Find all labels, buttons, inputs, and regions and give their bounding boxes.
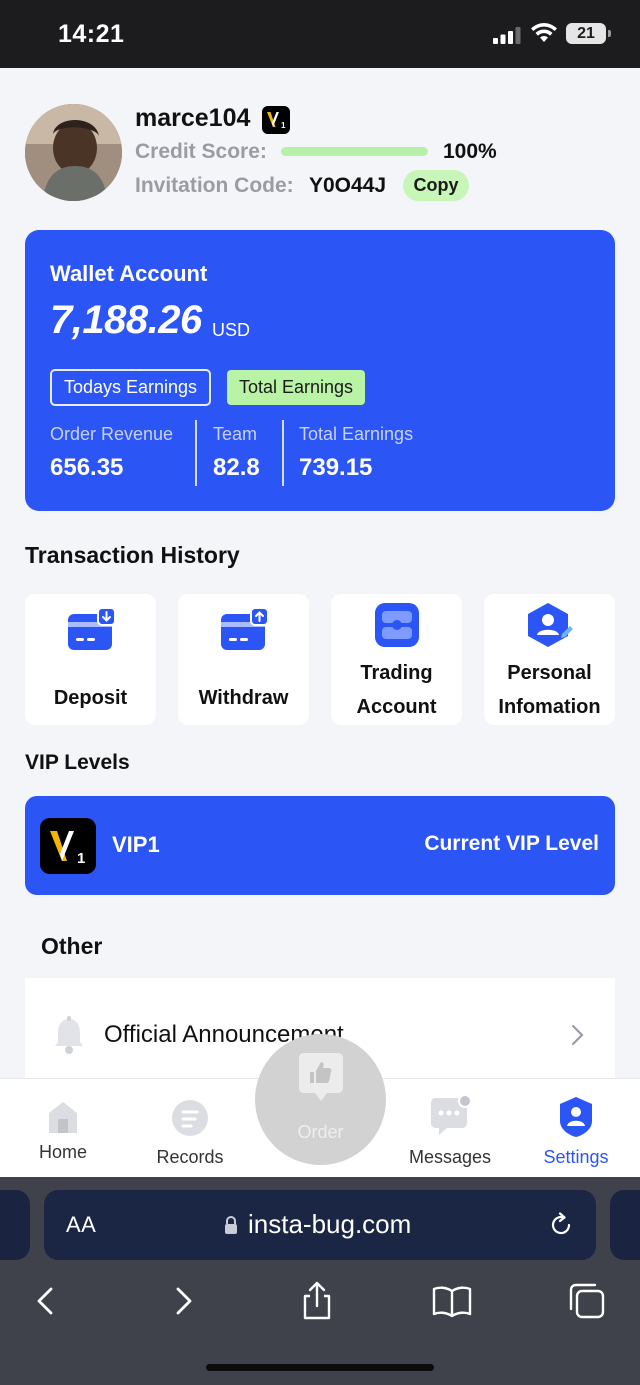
- nav-records-label: Records: [156, 1147, 224, 1167]
- withdraw-tile[interactable]: Withdraw: [178, 594, 309, 725]
- credit-score-fill: [281, 147, 428, 156]
- nav-home-label: Home: [38, 1142, 87, 1162]
- battery-indicator: 21: [566, 23, 611, 44]
- username: marce104: [135, 104, 251, 132]
- team-value: 82.8: [213, 454, 260, 481]
- avatar[interactable]: [25, 104, 122, 201]
- invitation-code-label: Invitation Code:: [135, 174, 294, 197]
- withdraw-label: Withdraw: [198, 687, 289, 709]
- personal-info-icon: [527, 603, 573, 647]
- nav-settings-label: Settings: [543, 1147, 609, 1167]
- credit-score-value: 100%: [443, 140, 497, 163]
- status-time: 14:21: [58, 20, 125, 48]
- forward-icon[interactable]: [163, 1281, 203, 1321]
- status-bar: 14:21 21: [0, 0, 640, 68]
- bookmarks-icon[interactable]: [432, 1281, 472, 1321]
- nav-home[interactable]: Home: [20, 1079, 106, 1178]
- team-label: Team: [213, 424, 258, 444]
- deposit-card-icon: [67, 608, 115, 650]
- vip-levels-title: VIP Levels: [25, 751, 130, 774]
- svg-text:1: 1: [77, 850, 85, 867]
- order-icon: [299, 1053, 343, 1101]
- deposit-tile[interactable]: Deposit: [25, 594, 156, 725]
- order-revenue-label: Order Revenue: [50, 424, 174, 444]
- chevron-right-icon: [571, 1024, 584, 1046]
- withdraw-card-icon: [220, 608, 268, 650]
- nav-order[interactable]: Order: [255, 1034, 386, 1165]
- stat-divider: [282, 420, 284, 486]
- svg-text:1: 1: [281, 121, 286, 130]
- account-label: Account: [356, 696, 437, 718]
- total-earnings-value: 739.15: [299, 454, 373, 481]
- personal-information-tile[interactable]: Personal Infomation: [484, 594, 615, 725]
- credit-score-bar: [281, 147, 428, 156]
- stat-divider: [195, 420, 197, 486]
- deposit-label: Deposit: [53, 687, 128, 709]
- tab-total-earnings[interactable]: Total Earnings: [227, 370, 365, 405]
- total-earnings-label: Total Earnings: [299, 424, 414, 444]
- wifi-icon: [531, 23, 557, 42]
- nav-messages[interactable]: Messages: [402, 1079, 498, 1178]
- wallet-balance: 7,188.26: [50, 298, 202, 342]
- other-title: Other: [41, 933, 103, 959]
- next-tab-peek[interactable]: [610, 1190, 640, 1260]
- text-size-button[interactable]: AA: [66, 1212, 96, 1238]
- home-indicator: [206, 1364, 434, 1371]
- transaction-history-title: Transaction History: [25, 542, 240, 568]
- invitation-code: Y0O44J: [309, 174, 387, 197]
- vip-level-banner[interactable]: 1 VIP1 Current VIP Level: [25, 796, 615, 895]
- credit-score-label: Credit Score:: [135, 140, 267, 163]
- records-icon: [172, 1100, 208, 1136]
- order-revenue-value: 656.35: [50, 454, 124, 481]
- home-icon: [49, 1102, 77, 1133]
- vip-badge-icon: 1: [262, 106, 290, 134]
- lock-icon: [225, 1215, 237, 1234]
- messages-icon: [431, 1094, 472, 1135]
- copy-button[interactable]: Copy: [403, 170, 469, 201]
- share-icon[interactable]: [297, 1281, 337, 1321]
- back-icon[interactable]: [26, 1281, 66, 1321]
- information-label: Infomation: [498, 696, 601, 718]
- reload-icon[interactable]: [548, 1212, 574, 1238]
- nav-order-label: Order: [297, 1122, 344, 1142]
- vip-level-name: VIP1: [112, 832, 160, 857]
- address-bar[interactable]: AA insta-bug.com: [44, 1190, 596, 1260]
- tabs-icon[interactable]: [567, 1281, 607, 1321]
- trading-account-tile[interactable]: Trading Account: [331, 594, 462, 725]
- personal-label: Personal: [507, 662, 592, 684]
- wallet-title: Wallet Account: [50, 261, 208, 286]
- bell-icon: [55, 1016, 83, 1054]
- settings-shield-icon: [560, 1097, 592, 1137]
- nav-settings[interactable]: Settings: [533, 1079, 619, 1178]
- trading-account-icon: [374, 603, 419, 647]
- previous-tab-peek[interactable]: [0, 1190, 30, 1260]
- browser-toolbar: AA insta-bug.com: [0, 1177, 640, 1385]
- nav-records[interactable]: Records: [145, 1079, 235, 1178]
- current-vip-level-label: Current VIP Level: [424, 832, 599, 855]
- url-text: insta-bug.com: [248, 1209, 412, 1239]
- tab-todays-earnings[interactable]: Todays Earnings: [50, 369, 211, 406]
- wallet-currency: USD: [212, 320, 251, 340]
- vip-logo-icon: 1: [40, 818, 96, 874]
- trading-label: Trading: [360, 662, 433, 684]
- wallet-card: Wallet Account 7,188.26 USD Todays Earni…: [25, 230, 615, 511]
- nav-messages-label: Messages: [408, 1147, 492, 1167]
- cellular-signal-icon: [493, 27, 521, 44]
